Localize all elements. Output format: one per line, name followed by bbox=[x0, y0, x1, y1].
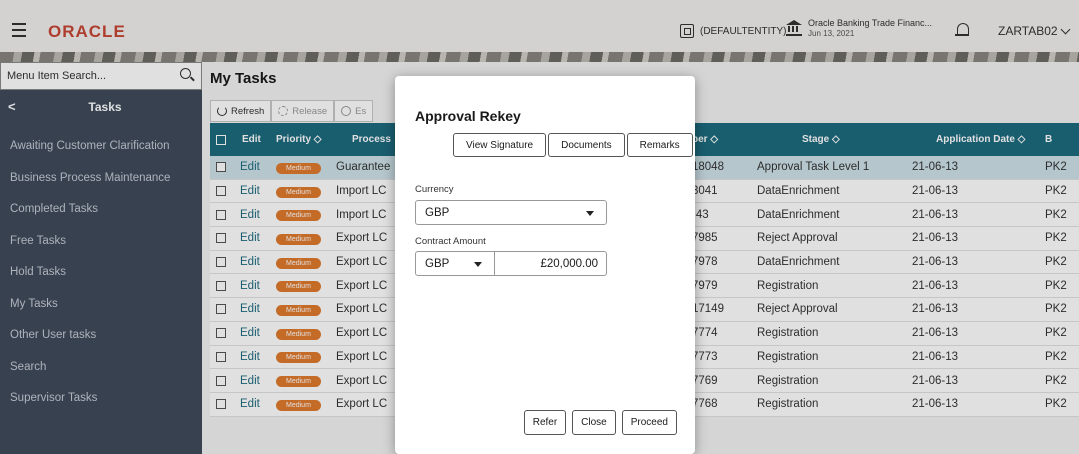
close-button[interactable]: Close bbox=[572, 410, 616, 435]
dropdown-caret-icon bbox=[474, 262, 482, 267]
dropdown-caret-icon bbox=[586, 211, 594, 216]
currency-label: Currency bbox=[415, 184, 454, 195]
currency-select[interactable]: GBP bbox=[415, 200, 607, 225]
refer-button[interactable]: Refer bbox=[523, 410, 567, 435]
dialog-footer: Refer Close Proceed bbox=[523, 410, 677, 435]
dialog-action-buttons: View Signature Documents Remarks bbox=[453, 133, 693, 157]
documents-button[interactable]: Documents bbox=[548, 133, 625, 157]
amount-currency-value: GBP bbox=[425, 258, 450, 270]
view-signature-button[interactable]: View Signature bbox=[453, 133, 547, 157]
proceed-button[interactable]: Proceed bbox=[621, 410, 677, 435]
currency-value: GBP bbox=[425, 207, 450, 219]
approval-rekey-dialog: Approval Rekey View Signature Documents … bbox=[395, 76, 695, 454]
amount-input[interactable]: £20,000.00 bbox=[495, 251, 607, 276]
contract-amount-field: GBP £20,000.00 bbox=[415, 251, 607, 276]
contract-amount-label: Contract Amount bbox=[415, 236, 486, 247]
amount-currency-select[interactable]: GBP bbox=[415, 251, 495, 276]
remarks-button[interactable]: Remarks bbox=[626, 133, 693, 157]
dialog-title: Approval Rekey bbox=[415, 108, 521, 124]
